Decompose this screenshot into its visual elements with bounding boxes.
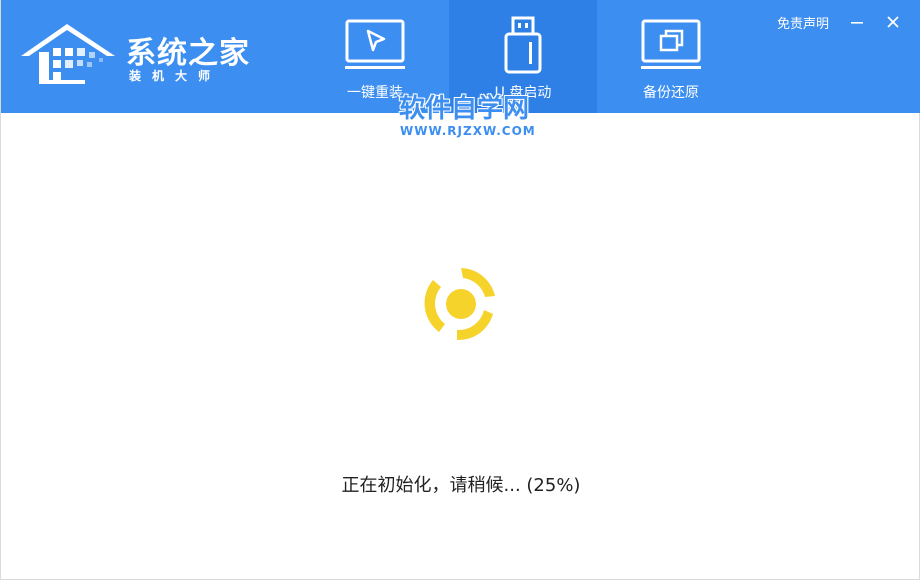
watermark-url: WWW.RJZXW.COM (400, 124, 536, 138)
close-button[interactable] (885, 14, 901, 30)
tab-backup-restore[interactable]: 备份还原 (597, 0, 745, 113)
tab-label: U 盘启动 (494, 85, 552, 101)
minimize-button[interactable] (849, 14, 865, 30)
close-icon (887, 16, 899, 28)
brand: 系统之家 装机大师 (19, 18, 259, 90)
usb-drive-icon (504, 16, 542, 74)
app-window: 系统之家 装机大师 一键重装 U 盘启动 备份还原 免责声明 软件自学网 WWW… (0, 0, 920, 580)
house-logo-icon (21, 24, 115, 84)
tab-label: 备份还原 (643, 85, 699, 101)
cursor-monitor-icon (345, 19, 405, 69)
copy-monitor-icon (641, 19, 701, 69)
brand-subtitle: 装机大师 (129, 69, 222, 83)
minimize-icon (851, 22, 863, 24)
tab-usb-boot[interactable]: U 盘启动 (449, 0, 597, 113)
window-controls: 免责声明 (777, 12, 901, 32)
tab-label: 一键重装 (347, 85, 403, 101)
header-bar: 系统之家 装机大师 一键重装 U 盘启动 备份还原 免责声明 (1, 0, 920, 113)
loading-spinner-icon (424, 268, 495, 341)
tab-one-click-reinstall[interactable]: 一键重装 (301, 0, 449, 113)
disclaimer-link[interactable]: 免责声明 (777, 13, 829, 32)
status-text: 正在初始化，请稍候... (25%) (341, 475, 581, 496)
brand-title: 系统之家 (126, 36, 250, 71)
